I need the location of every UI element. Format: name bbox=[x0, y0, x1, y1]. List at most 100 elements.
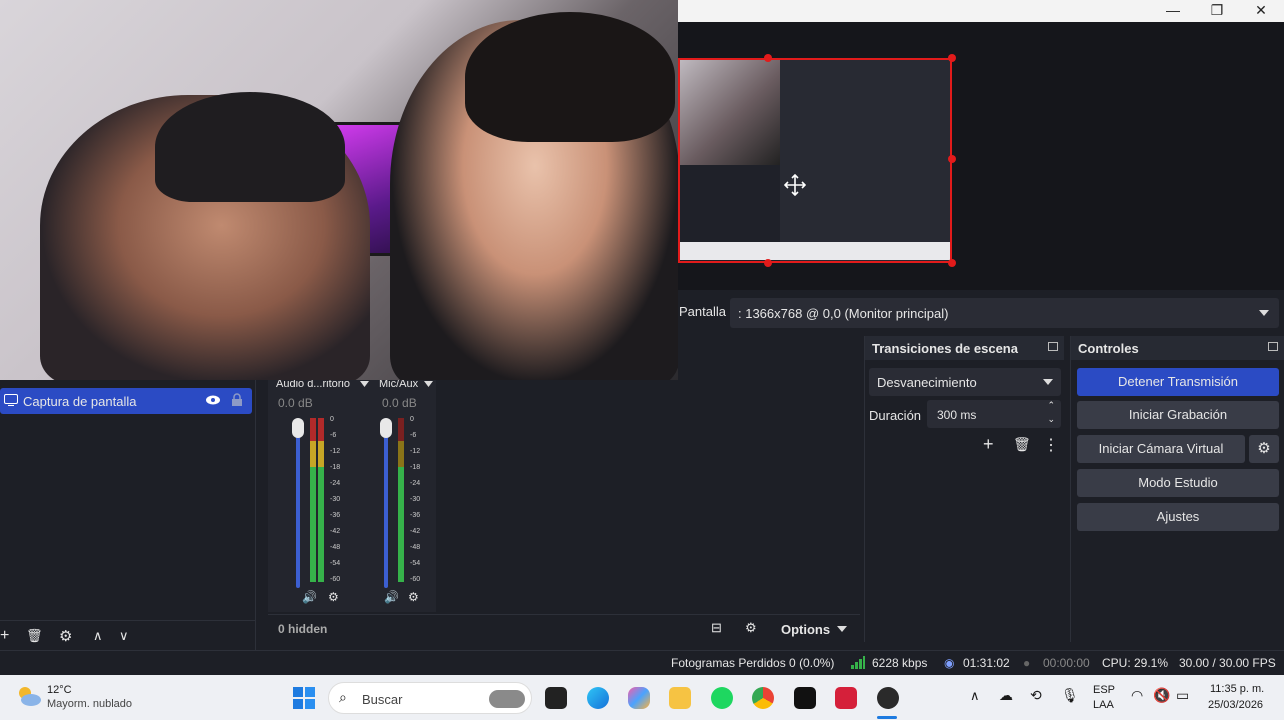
edge-icon[interactable] bbox=[587, 687, 609, 709]
chevron-down-icon[interactable] bbox=[360, 381, 369, 387]
source-settings-button[interactable]: ⚙ bbox=[59, 627, 72, 645]
chevron-up-icon[interactable]: ⌃ bbox=[1047, 400, 1055, 411]
chevron-down-icon[interactable] bbox=[424, 381, 433, 387]
meter-scale: 0 -6 -12 -18 -24 -30 -36 -42 -48 -54 -60 bbox=[330, 416, 350, 586]
virtual-camera-settings-button[interactable]: ⚙ bbox=[1249, 435, 1279, 463]
more-icon[interactable]: ⋮ bbox=[1043, 435, 1059, 455]
minimize-button[interactable]: — bbox=[1151, 0, 1195, 22]
speaker-icon[interactable]: 🔊 bbox=[384, 590, 399, 604]
weather-icon[interactable] bbox=[16, 685, 42, 707]
source-item-screen-capture[interactable]: Captura de pantalla bbox=[0, 388, 252, 414]
tick-label: -42 bbox=[410, 528, 421, 535]
resize-handle[interactable] bbox=[948, 155, 956, 163]
tick-label: -24 bbox=[410, 480, 421, 487]
volume-fader[interactable] bbox=[296, 422, 300, 588]
mixer-settings-icon[interactable]: ⚙ bbox=[745, 620, 757, 636]
keyboard-layout[interactable]: LAA bbox=[1093, 699, 1114, 711]
preview-ui-thumbnail bbox=[780, 60, 950, 261]
eye-icon[interactable] bbox=[205, 394, 221, 406]
stop-streaming-button[interactable]: Detener Transmisión bbox=[1077, 368, 1279, 396]
source-label: Pantalla bbox=[679, 304, 726, 319]
wifi-icon[interactable]: ◠ bbox=[1131, 687, 1143, 704]
copilot-icon[interactable] bbox=[628, 687, 650, 709]
dropped-frames: Fotogramas Perdidos 0 (0.0%) bbox=[671, 656, 835, 670]
spotify-icon[interactable] bbox=[711, 687, 733, 709]
controls-header: Controles bbox=[1071, 336, 1284, 360]
duration-label: Duración bbox=[869, 408, 922, 423]
source-item-label: Captura de pantalla bbox=[23, 394, 137, 409]
maximize-button[interactable]: ❐ bbox=[1195, 0, 1239, 22]
tick-label: 0 bbox=[330, 416, 334, 423]
search-box[interactable]: ⌕ Buscar bbox=[328, 682, 532, 714]
obs-icon[interactable] bbox=[877, 687, 899, 709]
add-transition-button[interactable]: + bbox=[983, 434, 994, 455]
duration-stepper[interactable]: 300 ms ⌃ ⌄ bbox=[927, 400, 1061, 428]
remove-transition-button[interactable]: 🗑 bbox=[1013, 436, 1031, 453]
options-button[interactable]: Options bbox=[781, 622, 830, 637]
mixer-footer: 0 hidden ⊟ ⚙ Options bbox=[268, 614, 860, 640]
chevron-down-icon bbox=[1043, 379, 1053, 385]
layout-icon[interactable]: ⊟ bbox=[711, 620, 722, 636]
file-explorer-icon[interactable] bbox=[669, 687, 691, 709]
tick-label: -24 bbox=[330, 480, 341, 487]
tick-label: -36 bbox=[330, 512, 341, 519]
chevron-down-icon[interactable]: ⌄ bbox=[1047, 414, 1055, 425]
windows-start-icon[interactable] bbox=[293, 687, 315, 709]
speaker-icon[interactable]: 🔊 bbox=[302, 590, 317, 604]
close-button[interactable]: ✕ bbox=[1239, 0, 1283, 22]
webcam-overlay bbox=[0, 0, 678, 380]
chevron-up-icon[interactable]: ∧ bbox=[970, 688, 980, 704]
tick-label: -6 bbox=[410, 432, 417, 439]
remove-source-button[interactable]: 🗑 bbox=[26, 628, 43, 644]
resize-handle[interactable] bbox=[764, 54, 772, 62]
controls-title: Controles bbox=[1078, 341, 1139, 356]
move-down-button[interactable]: ∨ bbox=[119, 628, 129, 644]
task-view-icon[interactable] bbox=[545, 687, 567, 709]
microphone-icon[interactable]: 🎙 bbox=[1061, 687, 1079, 704]
fader-knob[interactable] bbox=[380, 418, 392, 438]
stream-icon: ◉ bbox=[944, 656, 955, 670]
start-virtual-camera-button[interactable]: Iniciar Cámara Virtual bbox=[1077, 435, 1245, 463]
sync-icon[interactable]: ⟲ bbox=[1030, 687, 1042, 704]
add-source-button[interactable]: + bbox=[0, 627, 9, 645]
duration-value: 300 ms bbox=[937, 408, 977, 422]
chrome-icon[interactable] bbox=[752, 687, 774, 709]
tick-label: -54 bbox=[330, 560, 341, 567]
transition-select-value: Desvanecimiento bbox=[877, 375, 977, 390]
start-recording-button[interactable]: Iniciar Grabación bbox=[1077, 401, 1279, 429]
volume-fader[interactable] bbox=[384, 422, 388, 588]
settings-button[interactable]: Ajustes bbox=[1077, 503, 1279, 531]
fader-knob[interactable] bbox=[292, 418, 304, 438]
lock-icon[interactable] bbox=[231, 393, 243, 407]
transitions-title: Transiciones de escena bbox=[872, 341, 1018, 356]
channel-strip: Audio d...ritorio 0.0 dB 0 -6 -12 -18 -2… bbox=[268, 378, 372, 612]
move-icon bbox=[784, 174, 806, 196]
audio-settings-icon[interactable]: ⚙ bbox=[328, 590, 339, 604]
monitor-select[interactable]: : 1366x768 @ 0,0 (Monitor principal) bbox=[730, 298, 1279, 328]
onedrive-icon[interactable]: ☁ bbox=[999, 687, 1013, 704]
transition-select[interactable]: Desvanecimiento bbox=[869, 368, 1061, 396]
resize-handle[interactable] bbox=[764, 259, 772, 267]
cap bbox=[155, 92, 345, 202]
monitor-select-value: : 1366x768 @ 0,0 (Monitor principal) bbox=[738, 306, 949, 321]
resize-handle[interactable] bbox=[948, 54, 956, 62]
audio-mixer-dock: Audio d...ritorio 0.0 dB 0 -6 -12 -18 -2… bbox=[262, 336, 860, 642]
preview-source[interactable] bbox=[678, 58, 952, 263]
battery-icon[interactable]: ▭ bbox=[1176, 687, 1189, 704]
move-up-button[interactable]: ∧ bbox=[93, 628, 103, 644]
float-dock-icon[interactable] bbox=[1048, 342, 1058, 351]
language-code[interactable]: ESP bbox=[1093, 684, 1115, 696]
record-icon: ● bbox=[1023, 656, 1031, 670]
taskbar: 12°C Mayorm. nublado ⌕ Buscar ∧ ☁ ⟲ 🎙 ES… bbox=[0, 675, 1284, 720]
tradingview-icon[interactable] bbox=[794, 687, 816, 709]
resize-handle[interactable] bbox=[948, 259, 956, 267]
audio-settings-icon[interactable]: ⚙ bbox=[408, 590, 419, 604]
wps-icon[interactable] bbox=[835, 687, 857, 709]
studio-mode-button[interactable]: Modo Estudio bbox=[1077, 469, 1279, 497]
level-meter bbox=[310, 418, 316, 582]
clock-date[interactable]: 25/03/2026 bbox=[1208, 699, 1263, 711]
tick-label: -30 bbox=[330, 496, 341, 503]
clock-time[interactable]: 11:35 p. m. bbox=[1210, 683, 1264, 695]
volume-muted-icon[interactable]: 🔇 bbox=[1153, 687, 1170, 704]
float-dock-icon[interactable] bbox=[1268, 342, 1278, 351]
